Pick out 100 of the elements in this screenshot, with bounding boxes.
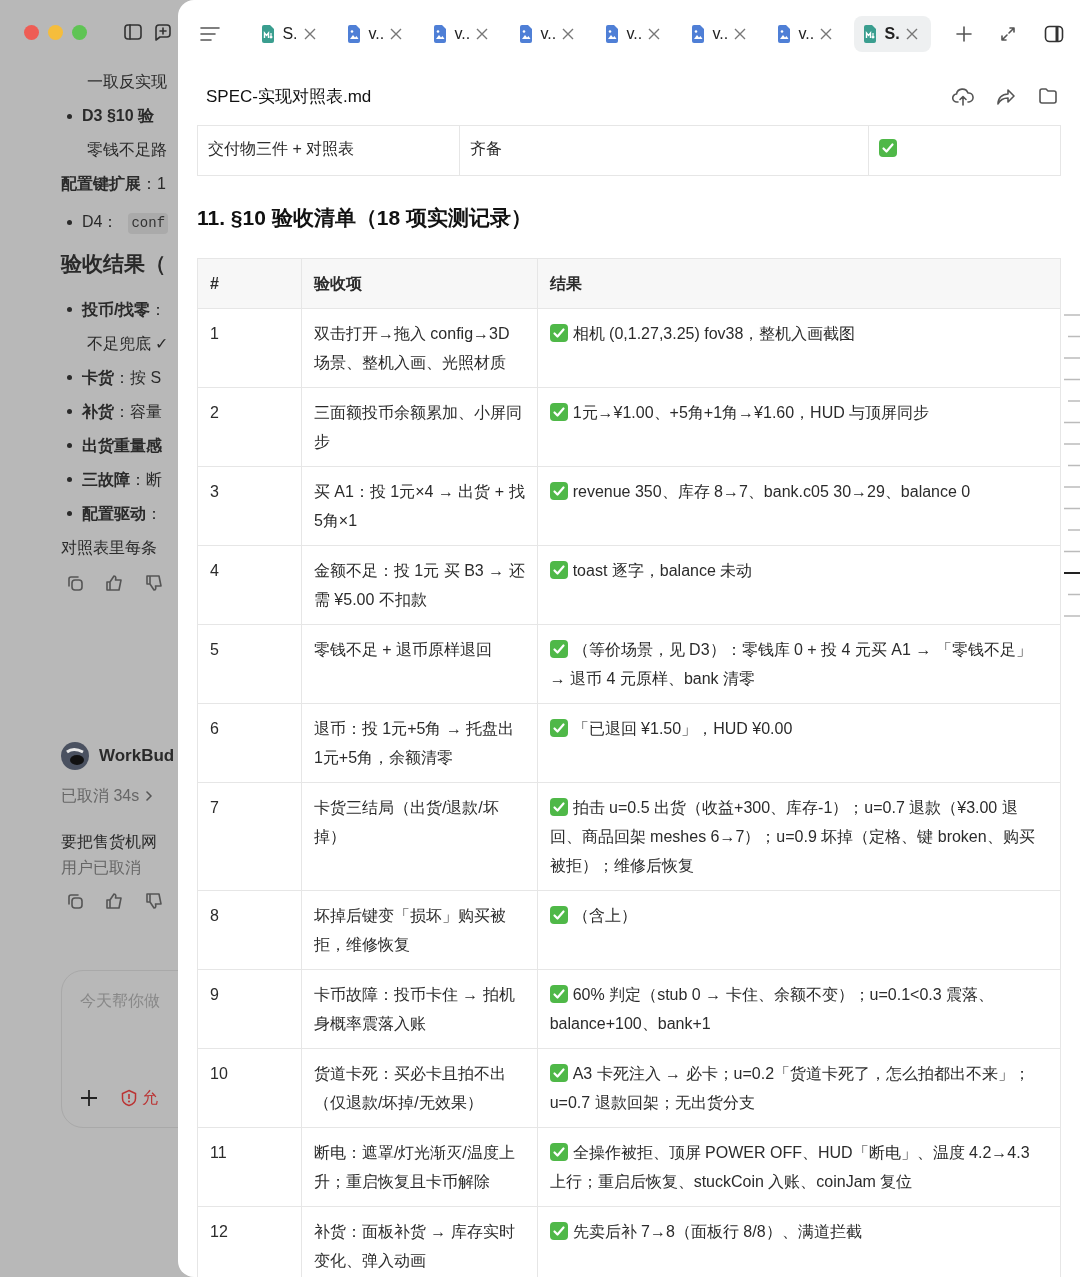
list-item-text: 出货重量感 bbox=[82, 435, 162, 457]
table-cell: 零钱不足 + 退币原样退回 bbox=[301, 624, 538, 703]
table-cell: 断电：遮罩/灯光渐灭/温度上升；重启恢复且卡币解除 bbox=[301, 1127, 538, 1206]
table-cell: 8 bbox=[197, 890, 302, 969]
table-cell: 2 bbox=[197, 387, 302, 466]
table-cell: 买 A1：投 1元×4 → 出货 + 找 5角×1 bbox=[301, 466, 538, 545]
bullet-dot bbox=[67, 219, 72, 225]
table-cell: 60% 判定（stub 0 → 卡住、余额不变）；u=0.1<0.3 震落、balance+100、bank+1 bbox=[549, 985, 995, 1032]
inline-code: conf bbox=[128, 213, 169, 234]
list-item-text: 配置驱动： bbox=[82, 503, 162, 524]
table-cell: 金额不足：投 1元 买 B3 → 还需 ¥5.00 不扣款 bbox=[301, 545, 538, 624]
folder-icon[interactable] bbox=[1038, 86, 1058, 105]
table-cell: 交付物三件 + 对照表 bbox=[197, 125, 460, 176]
column-header: # bbox=[197, 258, 302, 308]
list-item-text: D4： bbox=[82, 212, 119, 232]
table-cell: 11 bbox=[197, 1127, 302, 1206]
tab[interactable]: v.. bbox=[596, 16, 673, 52]
image-file-icon bbox=[346, 25, 363, 43]
list-item-text: 三故障：断 bbox=[82, 469, 162, 490]
paragraph: 对照表里每条 bbox=[61, 537, 158, 558]
image-file-icon bbox=[432, 25, 449, 43]
table-cell: 12 bbox=[197, 1206, 302, 1277]
bullet-dot bbox=[67, 511, 72, 516]
tab[interactable]: S. bbox=[854, 16, 931, 52]
image-file-icon bbox=[776, 25, 793, 43]
thumbs-up-icon[interactable] bbox=[104, 891, 124, 910]
chevron-right-icon bbox=[145, 790, 154, 801]
table-cell: 坏掉后键变「损坏」购买被拒，维修恢复 bbox=[301, 890, 538, 969]
table-cell: 1元→¥1.00、+5角+1角→¥1.60，HUD 与顶屏同步 bbox=[572, 403, 930, 421]
bullet-dot bbox=[67, 477, 72, 482]
list-item-text: 不足兜底 ✓ bbox=[87, 333, 169, 354]
text-line: 一取反实现 bbox=[87, 72, 168, 92]
table-cell: 货道卡死：买必卡且拍不出（仅退款/坏掉/无效果） bbox=[301, 1048, 538, 1127]
tab[interactable]: v.. bbox=[424, 16, 501, 52]
thumbs-up-icon[interactable] bbox=[104, 573, 124, 592]
message-text: 要把售货机网 bbox=[61, 831, 158, 852]
upload-icon[interactable] bbox=[952, 86, 974, 107]
table-cell: 3 bbox=[197, 466, 302, 545]
column-header: 验收项 bbox=[301, 258, 538, 308]
markdown-file-icon bbox=[260, 25, 277, 43]
close-icon[interactable] bbox=[562, 28, 575, 40]
tab[interactable]: v.. bbox=[510, 16, 587, 52]
table-cell: 拍击 u=0.5 出货（收益+300、库存-1）；u=0.7 退款（¥3.00 退回、商品回架 meshes 6→7）；u=0.9 坏掉（定格、键 broken、购买被拒）；维修后恢复 bbox=[549, 798, 1035, 874]
close-icon[interactable] bbox=[390, 28, 403, 40]
bullet-dot bbox=[67, 443, 72, 448]
plus-icon[interactable] bbox=[80, 1088, 98, 1107]
table-cell: 退币：投 1元+5角 → 托盘出 1元+5角，余额清零 bbox=[301, 703, 538, 782]
table-cell: 7 bbox=[197, 782, 302, 890]
document-title: SPEC-实现对照表.md bbox=[206, 85, 372, 108]
panel-icon bbox=[1044, 25, 1064, 43]
copy-icon[interactable] bbox=[66, 573, 84, 592]
table-cell: toast 逐字，balance 未动 bbox=[572, 561, 753, 579]
warning-icon bbox=[120, 1088, 138, 1107]
table-cell: A3 卡死注入 → 必卡；u=0.2「货道卡死了，怎么拍都出不来」；u=0.7 退款回架；无出货分支 bbox=[549, 1064, 1031, 1111]
tab[interactable]: v.. bbox=[768, 16, 845, 52]
close-icon[interactable] bbox=[734, 28, 747, 40]
close-icon[interactable] bbox=[905, 28, 918, 40]
table-cell: 6 bbox=[197, 703, 302, 782]
copy-icon[interactable] bbox=[66, 891, 84, 910]
new-chat-icon[interactable] bbox=[152, 22, 172, 42]
agent-name: WorkBud bbox=[99, 744, 175, 767]
table-cell: 卡币故障：投币卡住 → 拍机身概率震落入账 bbox=[301, 969, 538, 1048]
table-cell: 全操作被拒、顶屏 POWER OFF、HUD「断电」、温度 4.2→4.3 上行；重启后恢复、stuckCoin 入账、coinJam 复位 bbox=[549, 1143, 1030, 1190]
tab[interactable]: S. bbox=[252, 16, 329, 52]
table-cell: 卡货三结局（出货/退款/坏掉） bbox=[301, 782, 538, 890]
table-cell: revenue 350、库存 8→7、bank.c05 30→29、balance 0 bbox=[572, 482, 971, 500]
sidebar-toggle-icon[interactable] bbox=[123, 23, 143, 41]
table-cell: 齐备 bbox=[459, 125, 869, 176]
list-item-text: 零钱不足路 bbox=[87, 140, 167, 160]
tab[interactable]: v.. bbox=[682, 16, 759, 52]
section-heading: 11. §10 验收清单（18 项实测记录） bbox=[197, 205, 533, 231]
expand-icon bbox=[1000, 26, 1016, 42]
thumbs-down-icon[interactable] bbox=[144, 891, 164, 910]
section-heading: 验收结果（ bbox=[61, 251, 167, 277]
menu-icon[interactable] bbox=[200, 26, 220, 42]
bullet-dot bbox=[67, 375, 72, 380]
image-file-icon bbox=[604, 25, 621, 43]
bullet-dot bbox=[67, 409, 72, 414]
cancelled-note: 用户已取消 bbox=[61, 857, 142, 878]
table-cell: （等价场景，见 D3）：零钱库 0 + 投 4 元买 A1 → 「零钱不足」 → 退币 4 元原样、bank 清零 bbox=[549, 640, 1032, 687]
markdown-file-icon bbox=[862, 25, 879, 43]
thumbs-down-icon[interactable] bbox=[144, 573, 164, 592]
close-icon[interactable] bbox=[820, 28, 833, 40]
bullet-dot bbox=[67, 113, 72, 119]
close-icon[interactable] bbox=[476, 28, 489, 40]
avatar-icon bbox=[61, 741, 89, 770]
list-item-text: 投币/找零： bbox=[82, 299, 167, 320]
close-icon[interactable] bbox=[648, 28, 661, 40]
column-header: 结果 bbox=[537, 258, 1061, 308]
close-icon[interactable] bbox=[303, 28, 316, 40]
bullet-dot bbox=[67, 307, 72, 312]
tab[interactable]: v.. bbox=[338, 16, 415, 52]
table-cell: （含上） bbox=[572, 906, 637, 924]
table-cell: 9 bbox=[197, 969, 302, 1048]
list-item-text: 补货：容量 bbox=[82, 401, 162, 423]
image-file-icon bbox=[690, 25, 707, 43]
share-icon[interactable] bbox=[996, 86, 1016, 107]
table-cell: 1 bbox=[197, 308, 302, 387]
table-cell: 5 bbox=[197, 624, 302, 703]
list-item-text: D3 §10 验 bbox=[82, 106, 155, 126]
